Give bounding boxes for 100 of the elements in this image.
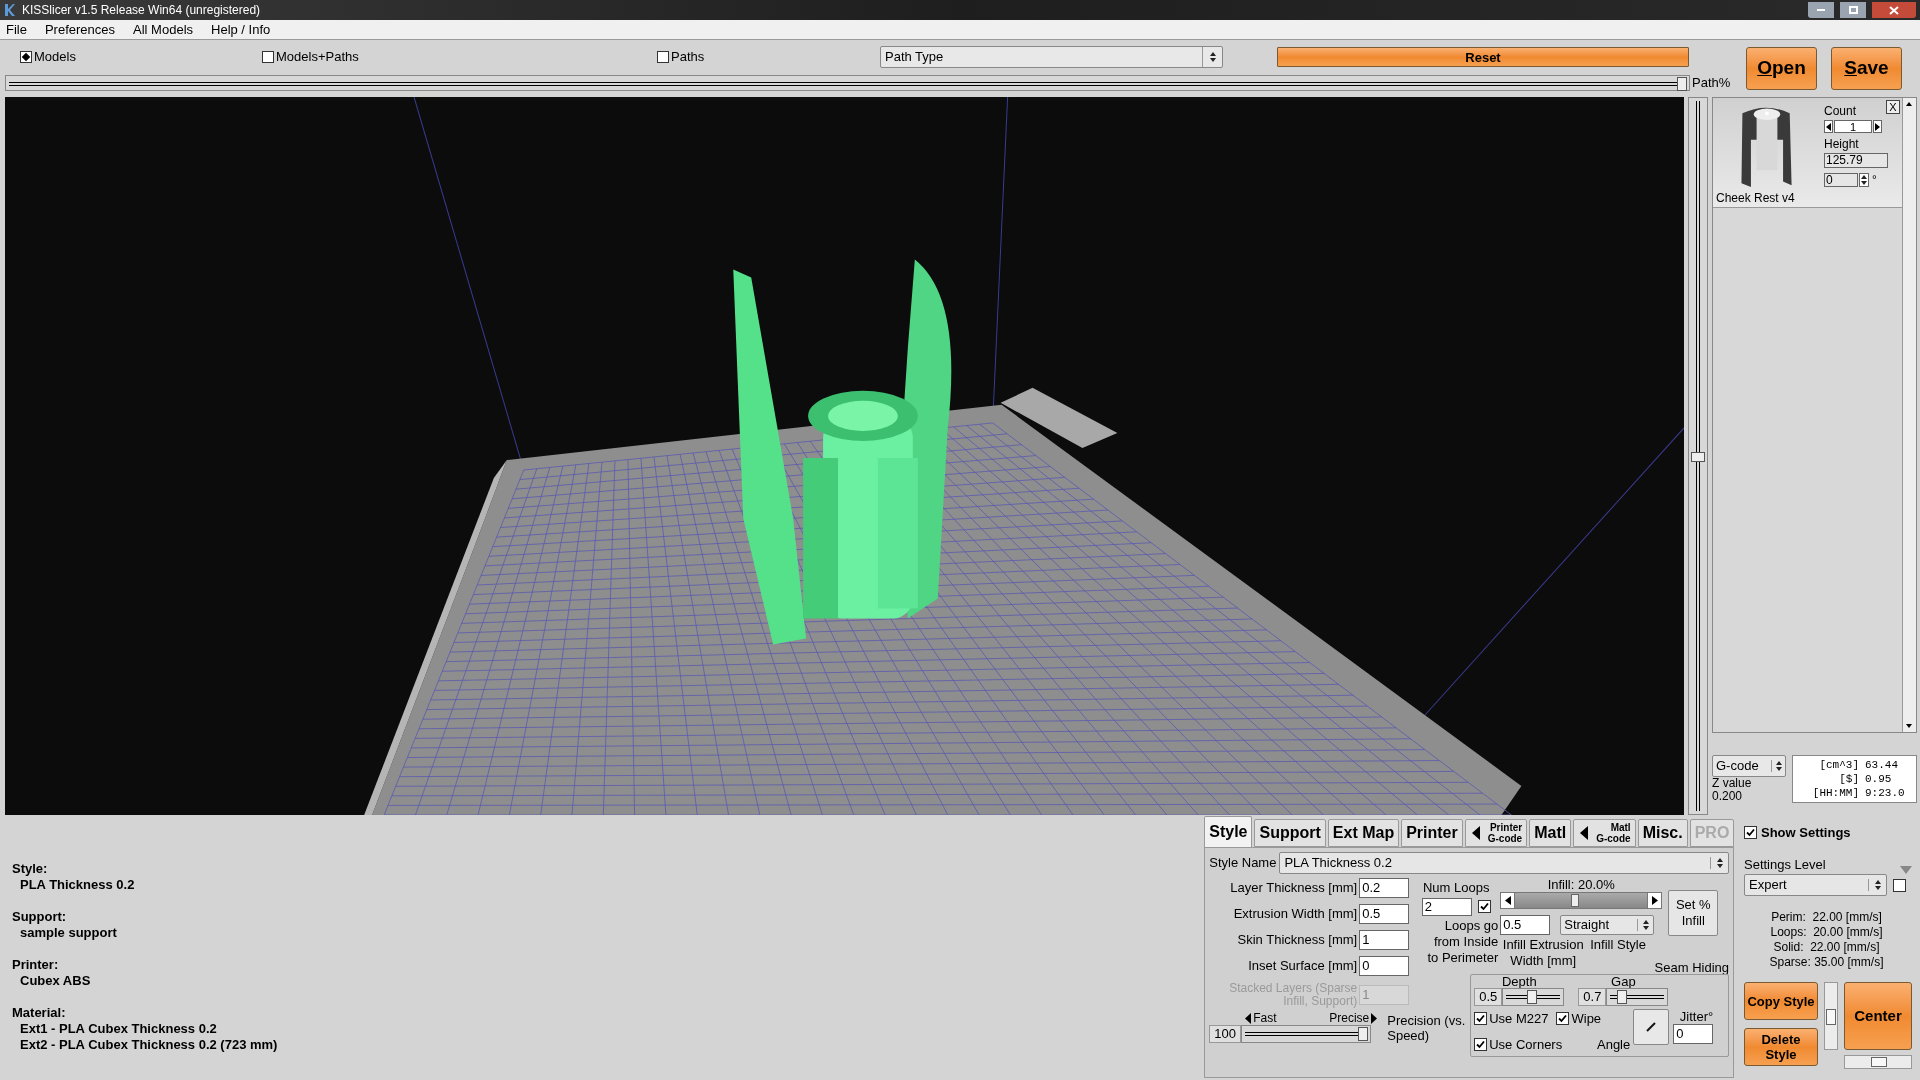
left-arrow-icon bbox=[1580, 826, 1589, 840]
degree-label: ° bbox=[1872, 172, 1877, 189]
gap-label: Gap bbox=[1611, 975, 1636, 988]
minimize-button[interactable] bbox=[1808, 2, 1834, 18]
open-button[interactable]: Open bbox=[1746, 47, 1817, 90]
summary-value: PLA Thickness 0.2 bbox=[19, 877, 136, 893]
set-infill-button[interactable]: Set % Infill bbox=[1668, 890, 1719, 936]
model-card[interactable]: Cheek Rest v4 Count 1 Height 125.79 0 ° X bbox=[1713, 98, 1902, 208]
z-value: 0.200 bbox=[1712, 790, 1744, 803]
summary-heading: Printer: bbox=[12, 957, 60, 973]
slider-thumb[interactable] bbox=[1677, 77, 1687, 91]
angle-line-icon bbox=[1645, 1021, 1658, 1033]
3d-viewport[interactable] bbox=[5, 97, 1684, 815]
save-button[interactable]: Save bbox=[1831, 47, 1902, 90]
scroll-right-button[interactable] bbox=[1647, 893, 1662, 908]
horizontal-scrollbar[interactable] bbox=[1844, 1055, 1912, 1069]
menu-item[interactable]: File bbox=[4, 19, 29, 40]
gap-value: 0.7 bbox=[1578, 988, 1607, 1006]
infill-width-field[interactable]: 0.5 bbox=[1500, 915, 1551, 935]
spinner-button[interactable] bbox=[1859, 173, 1869, 187]
output-select[interactable]: G-code bbox=[1712, 755, 1786, 777]
style-name-select[interactable]: PLA Thickness 0.2 bbox=[1279, 852, 1729, 874]
right-arrow-icon bbox=[1371, 1013, 1378, 1024]
settings-tab[interactable]: Support bbox=[1254, 819, 1326, 847]
infill-label: Infill: 20.0% bbox=[1546, 878, 1616, 892]
path-type-select[interactable]: Path Type bbox=[880, 45, 1223, 68]
menu-item[interactable]: All Models bbox=[131, 19, 195, 40]
infill-slider-thumb[interactable] bbox=[1571, 894, 1580, 907]
delete-style-button[interactable]: Delete Style bbox=[1744, 1028, 1818, 1066]
settings-tab[interactable]: Matl bbox=[1529, 819, 1572, 847]
menu-item[interactable]: Preferences bbox=[42, 19, 118, 40]
close-button[interactable] bbox=[1872, 2, 1916, 18]
input-field[interactable]: 1 bbox=[1359, 930, 1410, 950]
radio-button[interactable] bbox=[657, 50, 669, 63]
increment-button[interactable] bbox=[1873, 120, 1882, 133]
slider-thumb[interactable] bbox=[1617, 990, 1627, 1004]
slider-thumb[interactable] bbox=[1357, 1027, 1368, 1041]
view-mode-option[interactable]: Models+Paths bbox=[262, 46, 657, 67]
remove-model-button[interactable]: X bbox=[1886, 100, 1900, 114]
scrollbar[interactable] bbox=[1902, 98, 1916, 732]
angle-button[interactable] bbox=[1633, 1009, 1670, 1045]
lock-checkbox[interactable] bbox=[1893, 878, 1906, 892]
checkbox[interactable] bbox=[1474, 1037, 1488, 1051]
radio-button[interactable] bbox=[262, 50, 274, 63]
vertical-scrollbar[interactable] bbox=[1824, 982, 1838, 1050]
settings-tab[interactable]: Matl G-code bbox=[1573, 819, 1636, 847]
num-loops-label: Num Loops bbox=[1423, 879, 1490, 897]
scroll-left-button[interactable] bbox=[1501, 893, 1516, 908]
checkbox[interactable] bbox=[1477, 900, 1491, 913]
center-button[interactable]: Center bbox=[1844, 982, 1912, 1050]
model-name: Cheek Rest v4 bbox=[1716, 190, 1796, 207]
num-loops-field[interactable]: 2 bbox=[1421, 897, 1472, 916]
layer-slider-thumb[interactable] bbox=[1691, 452, 1705, 462]
field-label: Extrusion Width [mm] bbox=[1233, 905, 1358, 924]
select-arrows-icon bbox=[1774, 760, 1783, 772]
input-field[interactable]: 0 bbox=[1359, 956, 1410, 976]
settings-level-select[interactable]: Expert bbox=[1744, 874, 1887, 896]
select-arrows-icon bbox=[1873, 879, 1882, 891]
style-name-label: Style Name bbox=[1209, 854, 1277, 873]
settings-tab[interactable]: Misc. bbox=[1637, 819, 1688, 847]
left-arrow-icon bbox=[1245, 1013, 1252, 1024]
view-mode-option[interactable]: Paths bbox=[657, 46, 880, 67]
left-arrow-icon bbox=[1471, 826, 1480, 840]
count-field[interactable]: 1 bbox=[1834, 120, 1872, 133]
infill-style-select[interactable]: Straight bbox=[1560, 915, 1655, 935]
precision-value: 100 bbox=[1209, 1025, 1241, 1043]
summary-heading: Style: bbox=[12, 861, 49, 877]
menu-item[interactable]: Help / Info bbox=[209, 19, 273, 40]
height-field: 125.79 bbox=[1824, 153, 1888, 168]
settings-tab[interactable]: Printer bbox=[1401, 819, 1463, 847]
left-arrow-icon bbox=[1504, 896, 1511, 905]
slider-thumb[interactable] bbox=[1527, 990, 1538, 1004]
checkbox-label: Wipe bbox=[1571, 1010, 1602, 1028]
loops-note: Loops go from Inside to Perimeter bbox=[1426, 917, 1499, 966]
close-icon bbox=[1889, 5, 1899, 15]
speed-reading: Solid: 22.00 [mm/s] bbox=[1773, 940, 1880, 955]
decrement-button[interactable] bbox=[1824, 120, 1833, 133]
rotation-field[interactable]: 0 bbox=[1824, 173, 1858, 187]
slider-label: Path% bbox=[1692, 74, 1731, 93]
radio-button[interactable] bbox=[20, 50, 32, 63]
settings-tab[interactable]: Style bbox=[1204, 816, 1253, 847]
settings-tab[interactable]: Printer G-code bbox=[1464, 819, 1528, 847]
settings-tab[interactable]: Ext Map bbox=[1327, 819, 1400, 847]
input-field[interactable]: 0.5 bbox=[1359, 904, 1410, 924]
checkbox[interactable] bbox=[1474, 1012, 1488, 1026]
maximize-button[interactable] bbox=[1840, 2, 1866, 18]
checkbox-label: Use M227 bbox=[1489, 1010, 1549, 1028]
stat-unit: [HH:MM] bbox=[1812, 786, 1859, 800]
copy-style-button[interactable]: Copy Style bbox=[1744, 982, 1818, 1020]
fast-label: Fast bbox=[1253, 1012, 1277, 1025]
summary-heading: Material: bbox=[12, 1005, 67, 1021]
stat-value: 9:23.0 bbox=[1865, 786, 1906, 800]
reset-button[interactable]: Reset bbox=[1277, 46, 1689, 67]
jitter-field[interactable]: 0 bbox=[1673, 1024, 1714, 1044]
checkbox[interactable] bbox=[1744, 826, 1757, 840]
view-mode-option[interactable]: Models bbox=[20, 46, 262, 67]
input-field[interactable]: 0.2 bbox=[1359, 878, 1410, 898]
angle-label: Angle bbox=[1597, 1035, 1631, 1054]
summary-heading: Support: bbox=[12, 909, 68, 925]
checkbox[interactable] bbox=[1556, 1012, 1570, 1026]
